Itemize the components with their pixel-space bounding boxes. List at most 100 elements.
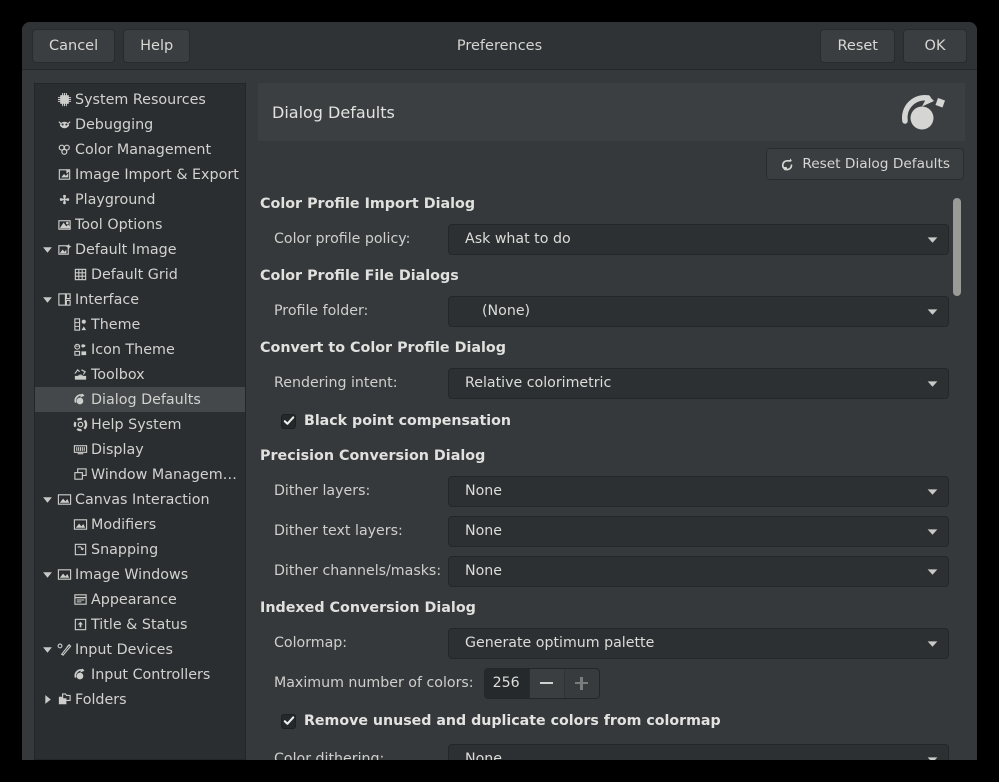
maximum-number-of-colors-decrement-button[interactable] [529,669,564,698]
tool-options-icon [55,217,74,232]
chevron-down-icon[interactable] [39,294,55,305]
sidebar-item-label: Color Management [75,142,211,158]
sidebar-item-playground[interactable]: Playground [35,187,245,212]
default-grid-icon [71,267,90,282]
sidebar-item-interface[interactable]: Interface [35,287,245,312]
sidebar-item-toolbox[interactable]: Toolbox [35,362,245,387]
color-dithering-dropdown[interactable]: None [448,744,949,761]
color-management-icon [55,142,74,157]
chevron-down-icon[interactable] [39,494,55,505]
sidebar-item-system-resources[interactable]: System Resources [35,87,245,112]
chevron-down-icon[interactable] [39,644,55,655]
sidebar-item-modifiers[interactable]: Modifiers [35,512,245,537]
folders-icon [55,692,74,707]
sidebar-item-label: Modifiers [91,517,156,533]
sidebar-item-canvas-interaction[interactable]: Canvas Interaction [35,487,245,512]
interface-icon [55,292,74,307]
sidebar-item-input-devices[interactable]: Input Devices [35,637,245,662]
input-controllers-icon [71,667,90,682]
section-heading: Precision Conversion Dialog [258,439,949,471]
sidebar-item-label: Folders [75,692,127,708]
reset-dialog-defaults-button[interactable]: Reset Dialog Defaults [766,148,964,180]
reset-button[interactable]: Reset [820,29,895,63]
ok-button[interactable]: OK [903,29,967,63]
chevron-down-icon[interactable] [39,569,55,580]
option-row-colormap: Colormap:Generate optimum palette [258,623,949,663]
sidebar-item-label: Image Import & Export [75,167,239,183]
sidebar-item-color-management[interactable]: Color Management [35,137,245,162]
sidebar-item-label: Theme [91,317,140,333]
settings-scrollbar[interactable] [949,187,965,760]
sidebar-item-help-system[interactable]: Help System [35,412,245,437]
maximum-number-of-colors-input[interactable]: 256 [485,669,529,698]
dialog-body: System Resources Debugging Color Managem… [22,70,977,760]
section-heading: Convert to Color Profile Dialog [258,331,949,363]
sidebar-item-label: Image Windows [75,567,188,583]
chevron-right-icon[interactable] [39,694,55,705]
chevron-down-icon [926,525,939,538]
playground-icon [55,192,74,207]
settings-list: Color Profile Import DialogColor profile… [258,187,949,760]
sidebar-item-label: Snapping [91,542,158,558]
help-button[interactable]: Help [123,29,190,63]
maximum-number-of-colors-stepper[interactable]: 256 [484,668,600,699]
sidebar-item-debugging[interactable]: Debugging [35,112,245,137]
remove-unused-duplicate-colors-checkbox-row[interactable]: Remove unused and duplicate colors from … [258,703,949,739]
rendering-intent-label: Rendering intent: [258,375,448,391]
sidebar-item-appearance[interactable]: Appearance [35,587,245,612]
colormap-dropdown[interactable]: Generate optimum palette [448,628,949,659]
black-point-compensation-checkbox-row[interactable]: Black point compensation [258,403,949,439]
dialog-defaults-icon [71,392,90,407]
maximum-number-of-colors-label: Maximum number of colors: [258,675,474,691]
chevron-down-icon [926,485,939,498]
dither-layers-dropdown[interactable]: None [448,476,949,507]
system-resources-icon [55,92,74,107]
color-profile-policy-dropdown[interactable]: Ask what to do [448,224,949,255]
chevron-down-icon [926,637,939,650]
colormap-value: Generate optimum palette [465,635,654,651]
title-status-icon [71,617,90,632]
dither-channels-masks-dropdown[interactable]: None [448,556,949,587]
dither-channels-masks-label: Dither channels/masks: [258,563,448,579]
chevron-down-icon [926,565,939,578]
sidebar-item-label: Toolbox [91,367,145,383]
sidebar-item-default-grid[interactable]: Default Grid [35,262,245,287]
dither-text-layers-value: None [465,523,502,539]
option-row-rendering-intent: Rendering intent:Relative colorimetric [258,363,949,403]
sidebar-item-display[interactable]: Display [35,437,245,462]
toolbox-icon [71,367,90,382]
dither-text-layers-dropdown[interactable]: None [448,516,949,547]
sidebar-item-title-status[interactable]: Title & Status [35,612,245,637]
option-row-maximum-number-of-colors: Maximum number of colors: 256 [258,663,949,703]
scrollbar-thumb[interactable] [953,198,961,295]
profile-folder-dropdown[interactable]: (None) [448,296,949,327]
sidebar-item-dialog-defaults[interactable]: Dialog Defaults [35,387,245,412]
sidebar-item-image-import-export[interactable]: Image Import & Export [35,162,245,187]
help-system-icon [71,417,90,432]
sidebar-item-tool-options[interactable]: Tool Options [35,212,245,237]
cancel-button[interactable]: Cancel [32,29,115,63]
option-row-color-profile-policy: Color profile policy:Ask what to do [258,219,949,259]
sidebar-item-input-controllers[interactable]: Input Controllers [35,662,245,687]
color-profile-policy-label: Color profile policy: [258,231,448,247]
chevron-down-icon[interactable] [39,244,55,255]
sidebar-item-label: Default Image [75,242,177,258]
preferences-category-tree[interactable]: System Resources Debugging Color Managem… [34,83,246,760]
dialog-defaults-icon [895,90,951,134]
black-point-compensation-checkbox[interactable] [281,414,296,429]
sidebar-item-image-windows[interactable]: Image Windows [35,562,245,587]
sidebar-item-snapping[interactable]: Snapping [35,537,245,562]
dither-layers-label: Dither layers: [258,483,448,499]
minus-icon [540,682,553,685]
sidebar-item-theme[interactable]: Theme [35,312,245,337]
option-row-color-dithering: Color dithering:None [258,739,949,760]
sidebar-item-label: Window Management [91,467,245,483]
dither-layers-value: None [465,483,502,499]
sidebar-item-window-management[interactable]: Window Management [35,462,245,487]
sidebar-item-icon-theme[interactable]: Icon Theme [35,337,245,362]
sidebar-item-default-image[interactable]: Default Image [35,237,245,262]
sidebar-item-folders[interactable]: Folders [35,687,245,712]
remove-unused-duplicate-colors-checkbox[interactable] [281,714,296,729]
modifiers-icon [71,517,90,532]
rendering-intent-dropdown[interactable]: Relative colorimetric [448,368,949,399]
